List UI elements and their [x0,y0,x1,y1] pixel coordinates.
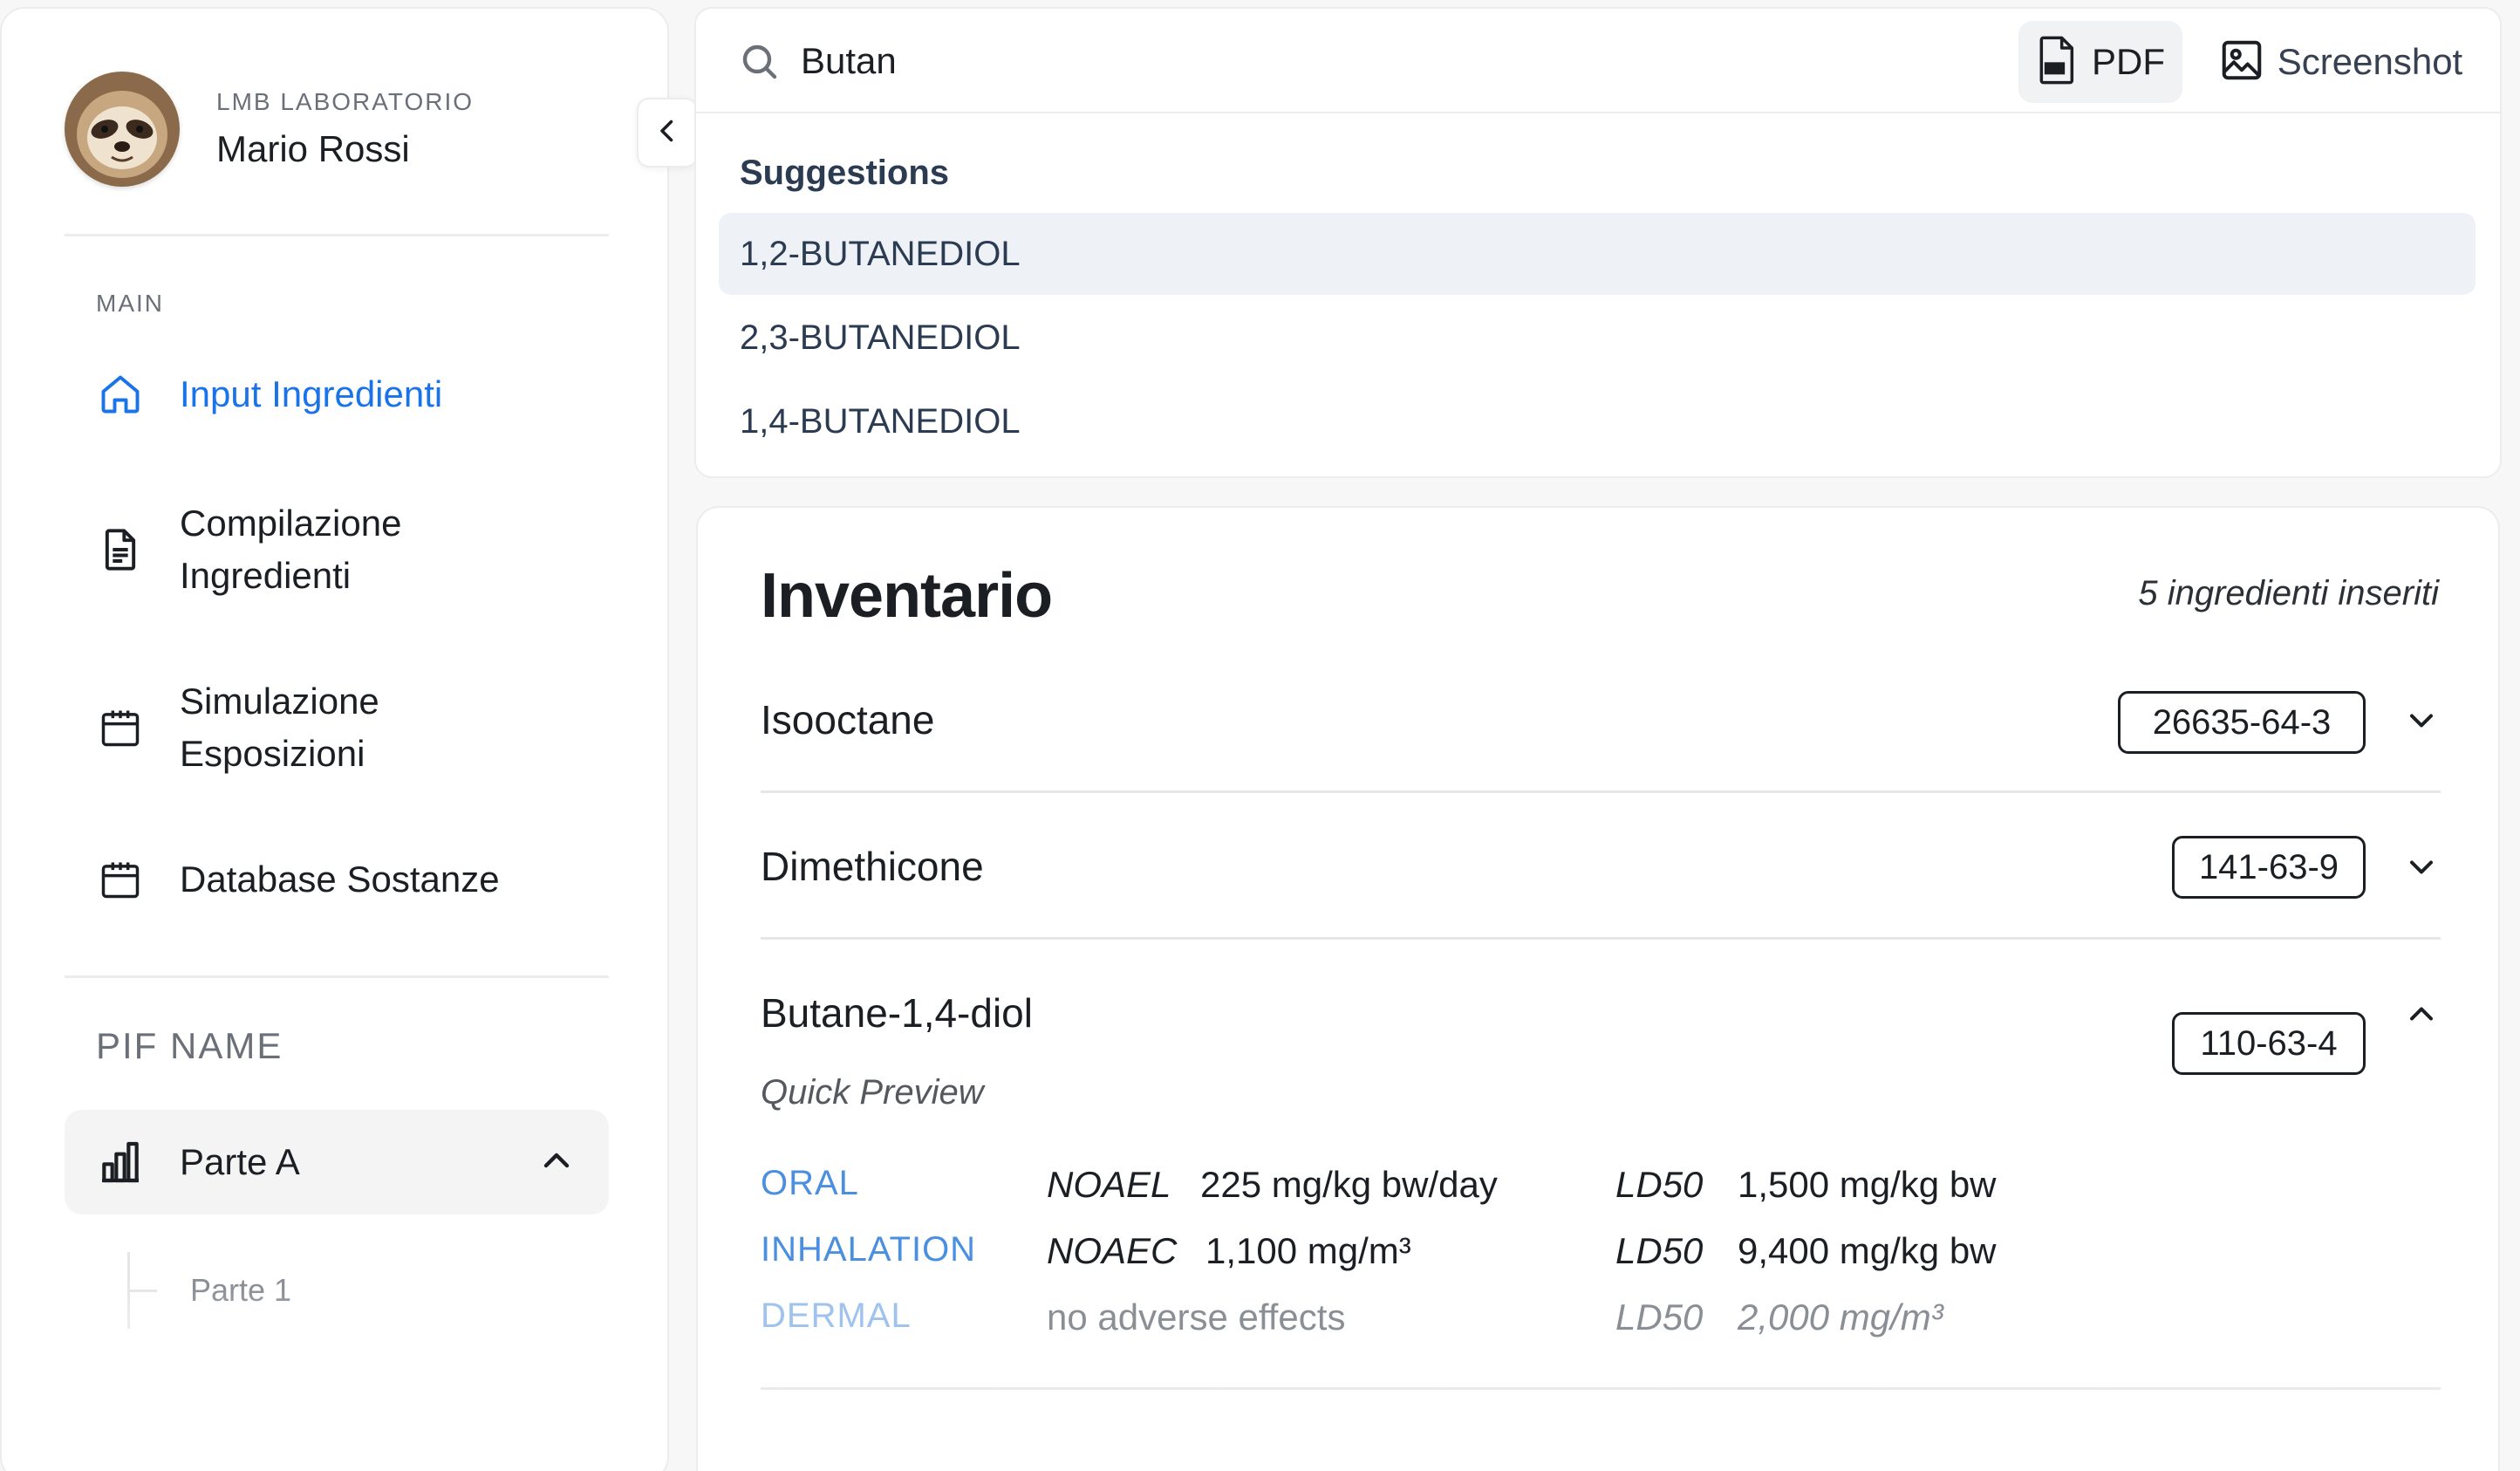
user-profile[interactable]: LMB LABORATORIO Mario Rossi [65,72,474,187]
chevron-up-icon[interactable] [536,1139,577,1186]
home-icon [96,370,145,419]
group-parte-a[interactable]: Parte A [65,1110,609,1214]
divider [65,234,609,236]
calendar-icon [96,703,145,752]
row-divider [761,790,2441,793]
pdf-file-icon: PDF [2036,36,2080,89]
noael-value: no adverse effects [1047,1297,1346,1338]
ld50-key: LD50 [1615,1230,1704,1271]
divider [65,975,609,978]
ingredient-row[interactable]: Dimethicone 141-63-9 [761,836,2441,941]
calendar-icon [96,855,145,904]
chevron-down-icon[interactable] [2402,848,2441,891]
ingredient-count: 5 ingredienti inseriti [2138,574,2439,612]
noael-value: 1,100 mg/m³ [1205,1230,1411,1271]
search-bar: PDF PDF Screenshot [696,9,2500,113]
noael-key: NOAEC [1047,1230,1178,1271]
ingredient-row[interactable]: Butane-1,4-diol 110-63-4 [761,982,2441,1105]
fade-overlay [2,1288,667,1471]
suggestion-item[interactable]: 1,4-BUTANEDIOL [719,380,2476,462]
ingredient-name: Isooctane [761,697,935,742]
cas-badge: 110-63-4 [2172,1012,2366,1075]
group-label: Parte A [180,1141,300,1182]
cas-badge: 26635-64-3 [2118,691,2366,754]
avatar [65,72,180,187]
nav-label: Database Sostanze [180,859,500,900]
nav-label: Input Ingredienti [180,373,443,414]
suggestions-title: Suggestions [740,154,950,192]
fade-overlay [698,1368,2498,1471]
nav-item-compilazione-ingredienti[interactable]: Compilazione Ingredienti [96,497,584,602]
screenshot-button[interactable]: Screenshot [2196,21,2484,103]
screenshot-label: Screenshot [2277,41,2463,82]
ingredient-name: Dimethicone [761,844,984,889]
pdf-button[interactable]: PDF PDF [2018,21,2182,103]
ld50-value: 1,500 mg/kg bw [1738,1164,1997,1205]
noael-key: NOAEL [1047,1164,1171,1205]
cas-badge: 141-63-9 [2172,836,2366,899]
noael-value: 225 mg/kg bw/day [1200,1164,1498,1205]
section-label-pif: PIF NAME [96,1025,283,1066]
search-input[interactable] [801,35,1673,87]
user-name: Mario Rossi [216,128,410,169]
image-icon [2218,37,2265,88]
ld50-key: LD50 [1615,1164,1704,1205]
bar-chart-icon [96,1138,145,1187]
section-label-main: MAIN [96,290,164,317]
nav-item-simulazione-esposizioni[interactable]: Simulazione Esposizioni [96,675,584,780]
inventory-title: Inventario [761,561,1053,631]
chevron-down-icon[interactable] [2402,701,2441,744]
inventory-card: Inventario 5 ingredienti inseriti Isooct… [696,506,2500,1471]
chevron-left-icon [652,115,683,151]
ld50-key: LD50 [1615,1297,1704,1338]
nav-item-database-sostanze[interactable]: Database Sostanze [96,853,584,906]
route-label: ORAL [761,1164,859,1202]
svg-text:PDF: PDF [2046,65,2063,73]
nav-label: Compilazione Ingredienti [180,503,402,596]
suggestion-item[interactable]: 2,3-BUTANEDIOL [719,297,2476,379]
pdf-label: PDF [2092,41,2165,82]
search-panel: PDF PDF Screenshot Suggestions 1,2-BUTAN… [694,7,2502,478]
ingredient-row[interactable]: Isooctane 26635-64-3 [761,691,2441,796]
ld50-value: 9,400 mg/kg bw [1738,1230,1997,1271]
route-label: DERMAL [761,1297,912,1335]
suggestion-item[interactable]: 1,2-BUTANEDIOL [719,213,2476,295]
nav-item-input-ingredienti[interactable]: Input Ingredienti [96,368,584,421]
route-label: INHALATION [761,1230,977,1269]
quick-preview-title: Quick Preview [761,1073,984,1112]
collapse-sidebar-button[interactable] [637,98,698,168]
row-divider [761,937,2441,940]
search-icon [738,40,780,86]
sidebar: LMB LABORATORIO Mario Rossi MAIN Input I… [0,7,669,1471]
document-icon [96,525,145,574]
organization-name: LMB LABORATORIO [216,88,475,115]
chevron-up-icon[interactable] [2402,995,2441,1037]
nav-label: Simulazione Esposizioni [180,681,379,774]
ld50-value: 2,000 mg/m³ [1738,1297,1943,1338]
ingredient-name: Butane-1,4-diol [761,990,1033,1036]
